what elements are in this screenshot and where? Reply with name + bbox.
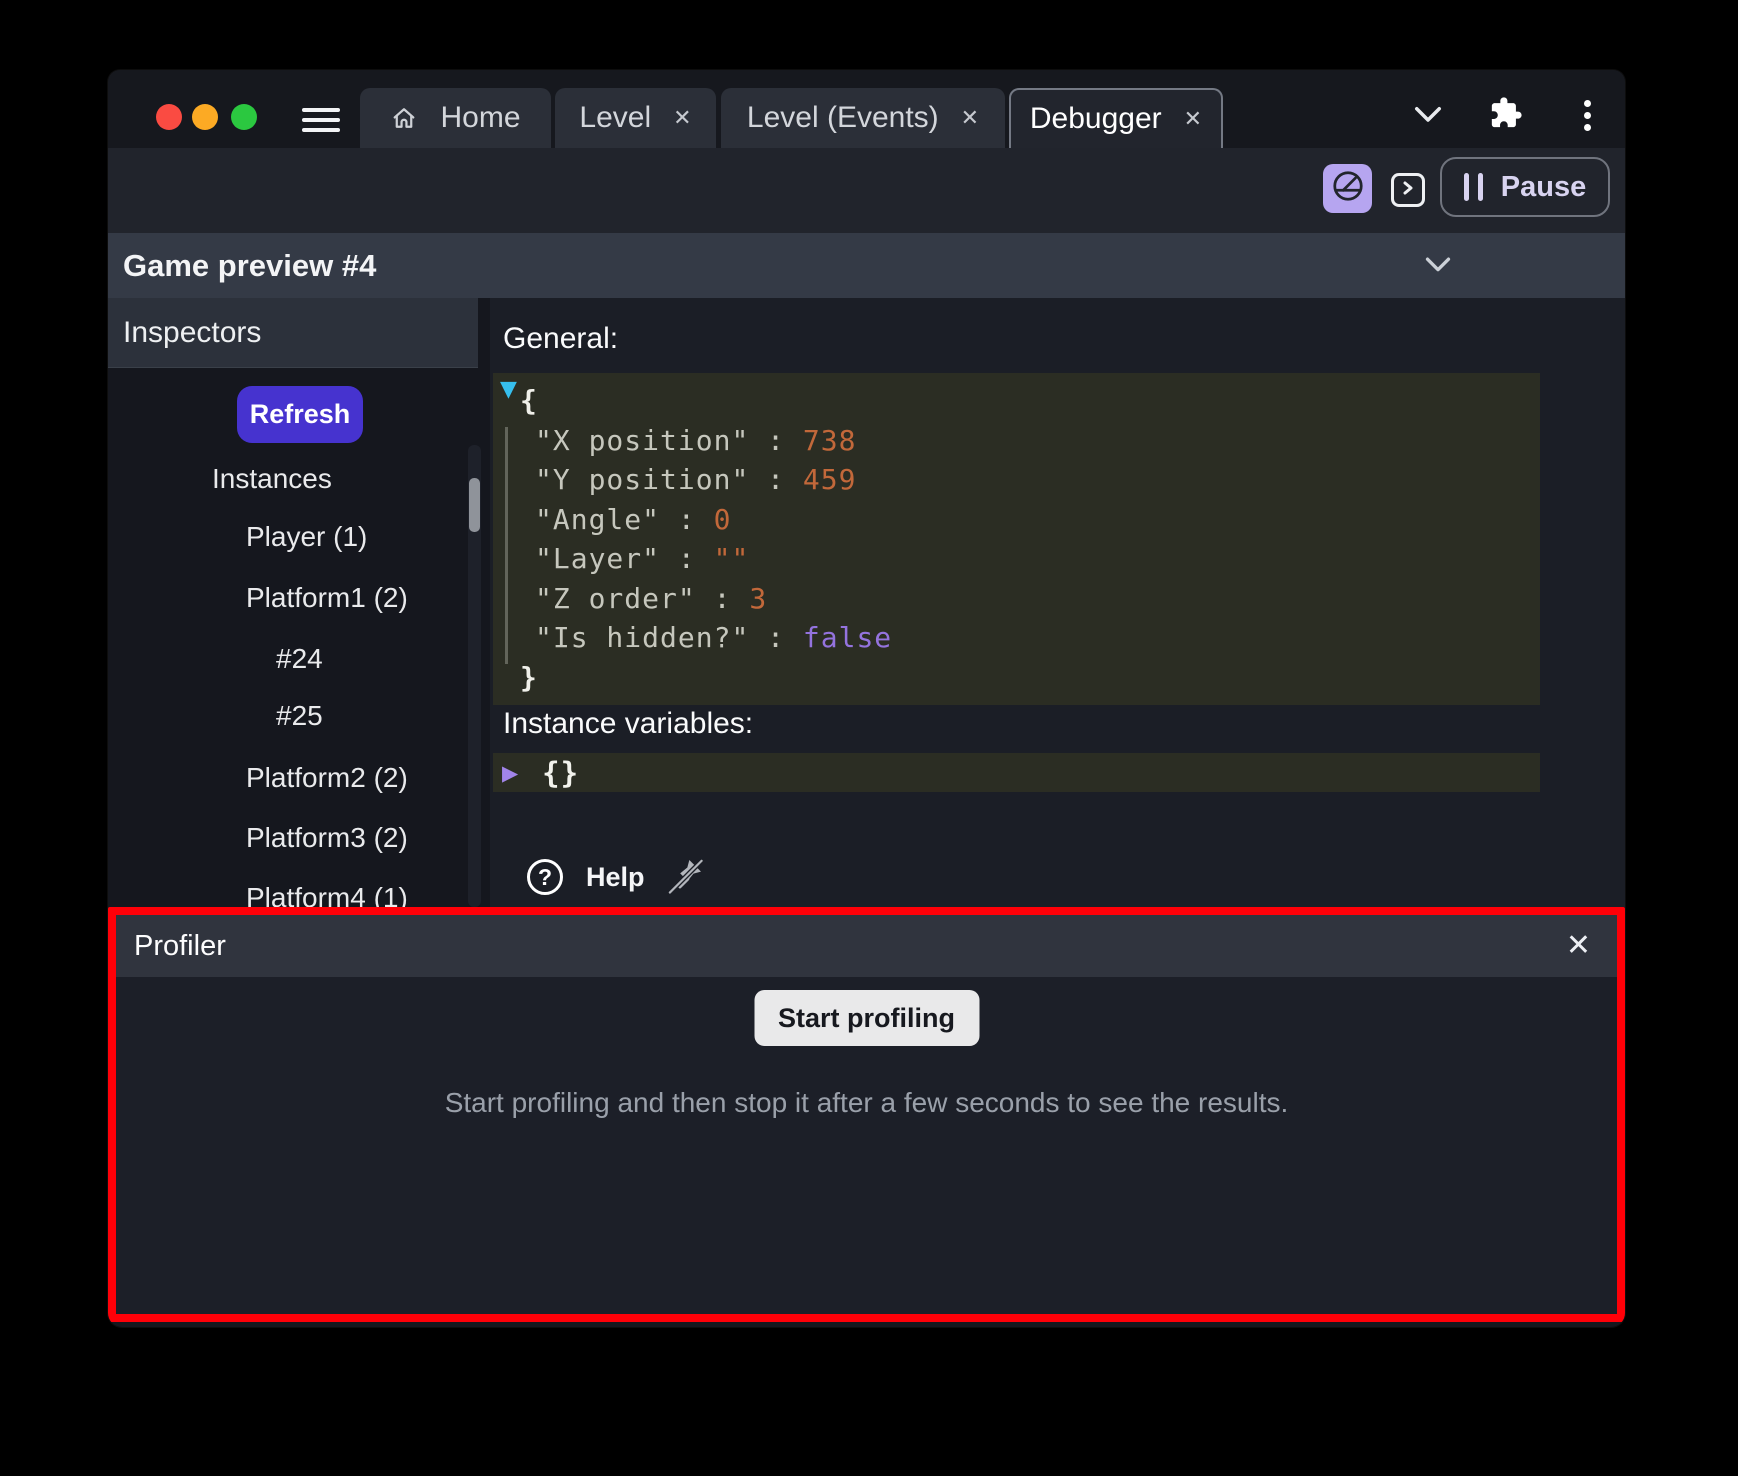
tab-label: Debugger [1030,102,1162,136]
general-label: General: [503,322,618,356]
chevron-right-icon [1400,179,1416,202]
tab-level[interactable]: Level ✕ [555,88,716,148]
app-window: Home Level ✕ Level (Events) ✕ Debugger ✕ [108,70,1625,1327]
json-key: Y position [535,463,803,496]
json-value: 459 [803,463,857,496]
json-close-brace: } [493,658,1540,698]
json-value: 738 [803,424,857,457]
expand-caret-icon[interactable]: ▼ [500,377,518,402]
profiler-panel: Profiler ✕ Start profiling Start profili… [108,907,1625,1322]
indent-guide [505,427,508,664]
json-property-row: Is hidden?false [493,618,1540,658]
tab-label: Home [440,101,520,135]
json-property-row: X position738 [493,421,1540,461]
json-property-row: Y position459 [493,460,1540,500]
help-button[interactable]: ? Help [527,859,645,895]
debugger-toolbar: Pause [108,148,1625,233]
pause-icon [1464,173,1483,201]
json-property-row: Angle0 [493,500,1540,540]
json-key: Is hidden? [535,621,803,654]
tree-item-platform2[interactable]: Platform2 (2) [246,762,408,796]
profiler-title: Profiler [134,930,226,963]
json-key: X position [535,424,803,457]
profiler-close-icon[interactable]: ✕ [1566,931,1591,961]
tab-close-icon[interactable]: ✕ [673,107,691,129]
json-key: Z order [535,582,749,615]
kebab-menu-icon[interactable] [1576,97,1598,133]
tree-item-platform1[interactable]: Platform1 (2) [246,582,408,616]
traffic-light-close-icon[interactable] [156,104,182,130]
json-value: 0 [714,503,732,536]
refresh-button[interactable]: Refresh [237,386,363,443]
traffic-light-zoom-icon[interactable] [231,104,257,130]
extensions-puzzle-icon[interactable] [1486,94,1526,132]
screenshot-stage: Home Level ✕ Level (Events) ✕ Debugger ✕ [0,0,1738,1476]
unpin-icon[interactable] [666,854,706,901]
question-mark-icon: ? [527,859,563,895]
start-profiling-button[interactable]: Start profiling [754,990,979,1046]
pause-button[interactable]: Pause [1440,157,1610,217]
profiler-body: Start profiling Start profiling and then… [116,977,1617,1314]
json-value: false [803,621,892,654]
tab-close-icon[interactable]: ✕ [961,107,979,129]
tree-item-instance-24[interactable]: #24 [276,643,323,677]
instance-variables-label: Instance variables: [503,707,753,741]
traffic-light-minimize-icon[interactable] [192,104,218,130]
help-label: Help [586,862,645,893]
json-key: Angle [535,503,714,536]
chevron-down-icon[interactable] [1408,100,1448,130]
game-preview-header[interactable]: Game preview #4 [108,233,1625,298]
profiler-toggle-button[interactable] [1323,164,1372,213]
tree-item-platform3[interactable]: Platform3 (2) [246,822,408,856]
console-button[interactable] [1391,173,1425,207]
chevron-down-icon[interactable] [1424,255,1452,280]
tab-close-icon[interactable]: ✕ [1184,108,1202,130]
sidebar-scrollbar-thumb[interactable] [469,478,480,532]
hamburger-menu-icon[interactable] [302,108,340,133]
sidebar-header: Inspectors [108,298,478,368]
tab-level-events[interactable]: Level (Events) ✕ [721,88,1005,148]
tab-debugger[interactable]: Debugger ✕ [1009,88,1223,148]
tab-home[interactable]: Home [360,88,551,148]
json-open-brace: { [493,381,1540,421]
pause-label: Pause [1501,171,1586,204]
titlebar: Home Level ✕ Level (Events) ✕ Debugger ✕ [108,70,1625,148]
profiler-header: Profiler ✕ [116,915,1617,977]
json-key: Layer [535,542,714,575]
json-property-row: Layer"" [493,539,1540,579]
json-value: 3 [749,582,767,615]
tree-item-instance-25[interactable]: #25 [276,700,323,734]
tab-label: Level [579,101,651,135]
json-value: "" [714,542,750,575]
tree-item-player[interactable]: Player (1) [246,521,367,555]
gauge-icon [1330,168,1366,209]
json-property-row: Z order3 [493,579,1540,619]
general-json-view: ▼ { X position738 Y position459 Angle0 L… [493,373,1540,705]
instance-variables-value: {} [542,756,579,790]
profiler-hint-text: Start profiling and then stop it after a… [116,1087,1617,1119]
collapsed-caret-icon[interactable]: ▶ [502,761,518,785]
tree-item-instances[interactable]: Instances [212,463,332,497]
home-icon [390,104,418,132]
game-preview-title: Game preview #4 [123,248,376,284]
instance-variables-json-view: ▶ {} [493,753,1540,792]
tab-label: Level (Events) [747,101,939,135]
sidebar-title: Inspectors [123,316,261,350]
